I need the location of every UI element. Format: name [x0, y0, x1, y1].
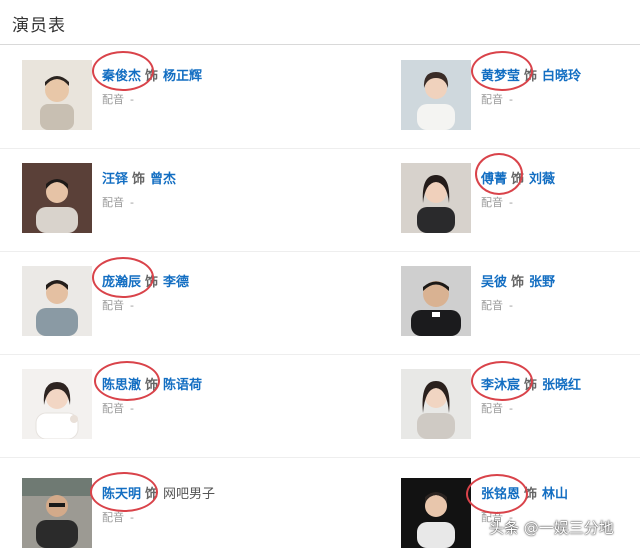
voice-label: 配音	[102, 511, 124, 524]
character-name-link[interactable]: 杨正辉	[163, 69, 202, 84]
voice-value: -	[130, 402, 134, 415]
actor-name-link[interactable]: 秦俊杰	[102, 69, 141, 84]
role-separator: 饰	[511, 275, 525, 290]
character-name: 网吧男子	[163, 487, 216, 502]
character-name-link[interactable]: 曾杰	[150, 172, 176, 187]
cast-item: 傅菁饰刘薇 配音 -	[401, 163, 640, 241]
voice-label: 配音	[102, 299, 124, 312]
actor-name-link[interactable]: 汪铎	[102, 172, 128, 187]
page-title: 演员表	[12, 16, 66, 36]
cast-item: 李沐宸饰张晓红 配音 -	[401, 369, 640, 447]
row-divider	[0, 354, 640, 355]
cast-item: 庞瀚辰饰李德 配音 -	[22, 266, 262, 344]
voice-value: -	[130, 93, 134, 106]
actor-photo[interactable]	[22, 266, 92, 336]
actor-photo[interactable]	[401, 369, 471, 439]
actor-photo[interactable]	[22, 478, 92, 548]
role-separator: 饰	[145, 487, 159, 502]
voice-value: -	[130, 196, 134, 209]
voice-value: -	[130, 299, 134, 312]
row-divider	[0, 251, 640, 252]
role-separator: 饰	[145, 378, 159, 393]
row-divider	[0, 148, 640, 149]
voice-label: 配音	[102, 196, 124, 209]
actor-name-link[interactable]: 庞瀚辰	[102, 275, 141, 290]
voice-label: 配音	[481, 196, 503, 209]
voice-value: -	[509, 402, 513, 415]
voice-value: -	[509, 196, 513, 209]
character-name-link[interactable]: 白晓玲	[542, 69, 581, 84]
role-separator: 饰	[145, 275, 159, 290]
actor-name-link[interactable]: 吴彼	[481, 275, 507, 290]
character-name-link[interactable]: 李德	[163, 275, 189, 290]
actor-photo[interactable]	[401, 60, 471, 130]
actor-name-link[interactable]: 李沐宸	[481, 378, 520, 393]
actor-name-link[interactable]: 陈天明	[102, 487, 141, 502]
actor-name-link[interactable]: 张铭恩	[481, 487, 520, 502]
actor-photo[interactable]	[401, 163, 471, 233]
character-name-link[interactable]: 刘薇	[529, 172, 555, 187]
cast-item: 陈天明饰网吧男子 配音 -	[22, 478, 262, 556]
actor-name-link[interactable]: 黄梦莹	[481, 69, 520, 84]
voice-label: 配音	[481, 93, 503, 106]
role-separator: 饰	[524, 69, 538, 84]
role-separator: 饰	[524, 378, 538, 393]
character-name-link[interactable]: 张野	[529, 275, 555, 290]
row-divider	[0, 457, 640, 458]
actor-name-link[interactable]: 陈思澈	[102, 378, 141, 393]
voice-label: 配音	[102, 93, 124, 106]
cast-item: 陈思澈饰陈语荷 配音 -	[22, 369, 262, 447]
role-separator: 饰	[511, 172, 525, 187]
cast-item: 吴彼饰张野 配音 -	[401, 266, 640, 344]
role-separator: 饰	[145, 69, 159, 84]
voice-value: -	[130, 511, 134, 524]
voice-value: -	[509, 93, 513, 106]
actor-photo[interactable]	[401, 478, 471, 548]
character-name-link[interactable]: 张晓红	[542, 378, 581, 393]
actor-photo[interactable]	[401, 266, 471, 336]
voice-label: 配音	[481, 402, 503, 415]
actor-name-link[interactable]: 傅菁	[481, 172, 507, 187]
voice-value: -	[509, 299, 513, 312]
actor-photo[interactable]	[22, 60, 92, 130]
voice-label: 配音	[102, 402, 124, 415]
cast-item: 黄梦莹饰白晓玲 配音 -	[401, 60, 640, 138]
character-name-link[interactable]: 林山	[542, 487, 568, 502]
role-separator: 饰	[524, 487, 538, 502]
watermark: 头条 @一娱三分地	[489, 519, 614, 537]
page-header: 演员表	[0, 0, 640, 45]
character-name-link[interactable]: 陈语荷	[163, 378, 202, 393]
actor-photo[interactable]	[22, 369, 92, 439]
actor-photo[interactable]	[22, 163, 92, 233]
cast-item: 汪铎饰曾杰 配音 -	[22, 163, 262, 241]
role-separator: 饰	[132, 172, 146, 187]
cast-item: 秦俊杰饰杨正辉 配音 -	[22, 60, 262, 138]
voice-label: 配音	[481, 299, 503, 312]
